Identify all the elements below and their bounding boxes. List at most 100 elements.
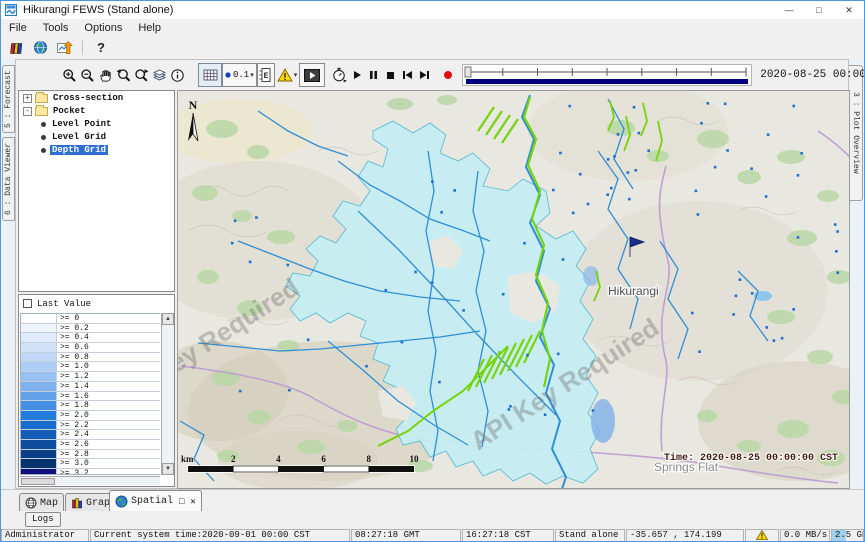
tree-item-level-grid[interactable]: Level Grid xyxy=(41,131,174,143)
node-bullet-icon xyxy=(41,135,46,140)
info-button[interactable] xyxy=(168,64,186,86)
tree-item-label: Depth Grid xyxy=(50,145,108,155)
map-viewport[interactable]: API Key Required API Key Required Hikura… xyxy=(177,90,850,489)
timer-button[interactable] xyxy=(330,64,348,86)
close-button[interactable]: ✕ xyxy=(834,1,864,19)
tree-item-cross-section[interactable]: + Cross-section xyxy=(19,92,174,104)
tab-close-icon[interactable]: ✕ xyxy=(190,497,195,507)
menu-help[interactable]: Help xyxy=(130,22,169,34)
tab-map[interactable]: Map xyxy=(19,493,64,512)
movie-play-icon xyxy=(304,69,320,82)
map-canvas[interactable]: API Key Required API Key Required Hikura… xyxy=(178,91,850,489)
legend-row[interactable]: >= 1.0 xyxy=(21,362,160,372)
menu-tools[interactable]: Tools xyxy=(35,22,77,34)
legend-row[interactable]: >= 0.6 xyxy=(21,343,160,353)
tab-data-viewer[interactable]: 6 : Data Viewer xyxy=(2,137,15,221)
legend-row[interactable]: >= 0.2 xyxy=(21,324,160,334)
grid-display-button[interactable] xyxy=(198,63,222,87)
data-display-button[interactable] xyxy=(4,38,28,58)
legend-row[interactable]: >= 3.2 xyxy=(21,469,160,475)
tab-maximize-icon[interactable]: □ xyxy=(179,497,184,507)
tab-plot-overview[interactable]: 3 : Plot Overview xyxy=(848,65,863,201)
scroll-up-icon[interactable]: ▲ xyxy=(162,313,174,325)
stop-button[interactable] xyxy=(382,64,399,86)
legend-color-swatch xyxy=(21,333,57,342)
tab-forecast[interactable]: 5 : Forecast xyxy=(2,65,15,133)
legend-row[interactable]: >= 3.0 xyxy=(21,459,160,469)
tab-spatial[interactable]: Spatial □ ✕ xyxy=(109,490,202,512)
legend-row[interactable]: >= 1.6 xyxy=(21,392,160,402)
warning-threshold-dropdown[interactable]: ▾ xyxy=(275,64,300,86)
spatial-display-button[interactable] xyxy=(52,38,76,58)
zoom-in-button[interactable] xyxy=(60,64,78,86)
legend-row[interactable]: >= 2.2 xyxy=(21,421,160,431)
menu-file[interactable]: File xyxy=(1,22,35,34)
svg-text:6: 6 xyxy=(321,454,326,464)
logs-button[interactable]: Logs xyxy=(25,512,61,527)
folder-icon xyxy=(35,107,48,116)
record-button[interactable] xyxy=(439,64,456,86)
tree-item-pocket[interactable]: - Pocket xyxy=(19,105,174,117)
legend-vertical-scrollbar[interactable]: ▲ ▼ xyxy=(161,313,174,475)
legend-color-swatch xyxy=(21,411,57,420)
time-slider[interactable] xyxy=(462,63,752,87)
spatial-panel-body: 0.1 ▾ E xyxy=(15,59,849,489)
movie-button[interactable] xyxy=(299,63,325,87)
legend-row[interactable]: >= 2.6 xyxy=(21,440,160,450)
legend-row[interactable]: >= 0 xyxy=(21,314,160,324)
skip-end-button[interactable] xyxy=(416,64,433,86)
last-value-option[interactable]: Last Value xyxy=(19,295,174,312)
node-bullet-icon xyxy=(41,122,46,127)
zoom-next-button[interactable] xyxy=(132,64,150,86)
legend-threshold-label: >= 0 xyxy=(57,314,160,323)
collapse-icon[interactable]: - xyxy=(23,107,32,116)
scale-button[interactable]: E xyxy=(257,63,275,87)
expand-icon[interactable]: + xyxy=(23,94,32,103)
globe-icon xyxy=(25,497,37,509)
skip-start-button[interactable] xyxy=(399,64,416,86)
globe-icon xyxy=(115,495,128,508)
chevron-down-icon: ▾ xyxy=(250,71,254,79)
legend-row[interactable]: >= 1.2 xyxy=(21,372,160,382)
legend-row[interactable]: >= 2.0 xyxy=(21,411,160,421)
legend-row[interactable]: >= 2.8 xyxy=(21,450,160,460)
zoom-out-button[interactable] xyxy=(78,64,96,86)
classbreak-interval-dropdown[interactable]: 0.1 ▾ xyxy=(222,63,257,87)
legend-row[interactable]: >= 1.4 xyxy=(21,382,160,392)
maximize-button[interactable]: □ xyxy=(804,1,834,19)
tree-item-depth-grid[interactable]: Depth Grid xyxy=(41,144,174,156)
minimize-button[interactable]: — xyxy=(774,1,804,19)
hand-icon xyxy=(98,68,113,83)
zoom-previous-button[interactable] xyxy=(114,64,132,86)
tree-item-level-point[interactable]: Level Point xyxy=(41,118,174,130)
scale-E-icon: E xyxy=(259,67,272,83)
legend-threshold-label: >= 3.2 xyxy=(57,469,160,475)
interval-dot-icon xyxy=(225,72,231,78)
legend-row[interactable]: >= 1.8 xyxy=(21,401,160,411)
zoom-next-icon xyxy=(134,68,149,83)
play-button[interactable] xyxy=(348,64,365,86)
pan-button[interactable] xyxy=(96,64,114,86)
logs-row: Logs xyxy=(1,511,864,529)
map-display-button[interactable] xyxy=(28,38,52,58)
legend-row[interactable]: >= 0.8 xyxy=(21,353,160,363)
tab-data-viewer-label: 6 : Data Viewer xyxy=(4,143,13,215)
legend-row[interactable]: >= 0.4 xyxy=(21,333,160,343)
scroll-down-icon[interactable]: ▼ xyxy=(162,463,174,475)
last-value-checkbox[interactable] xyxy=(23,299,32,308)
time-slider-handle[interactable] xyxy=(465,67,471,77)
menu-options[interactable]: Options xyxy=(76,22,130,34)
toolbar-separator xyxy=(82,40,83,55)
tree-item-label: Cross-section xyxy=(51,93,125,103)
status-warning[interactable] xyxy=(745,529,779,542)
scrollbar-thumb[interactable] xyxy=(21,478,55,485)
layers-button[interactable] xyxy=(150,64,168,86)
tab-plot-overview-label: 3 : Plot Overview xyxy=(851,92,860,174)
explorer-column: + Cross-section - Pocket Level Point xyxy=(18,90,175,489)
pause-button[interactable] xyxy=(365,64,382,86)
legend-color-swatch xyxy=(21,421,57,430)
help-button[interactable]: ? xyxy=(89,38,113,58)
legend-row[interactable]: >= 2.4 xyxy=(21,430,160,440)
legend-horizontal-scrollbar[interactable] xyxy=(20,476,160,485)
grid-icon xyxy=(203,68,218,82)
